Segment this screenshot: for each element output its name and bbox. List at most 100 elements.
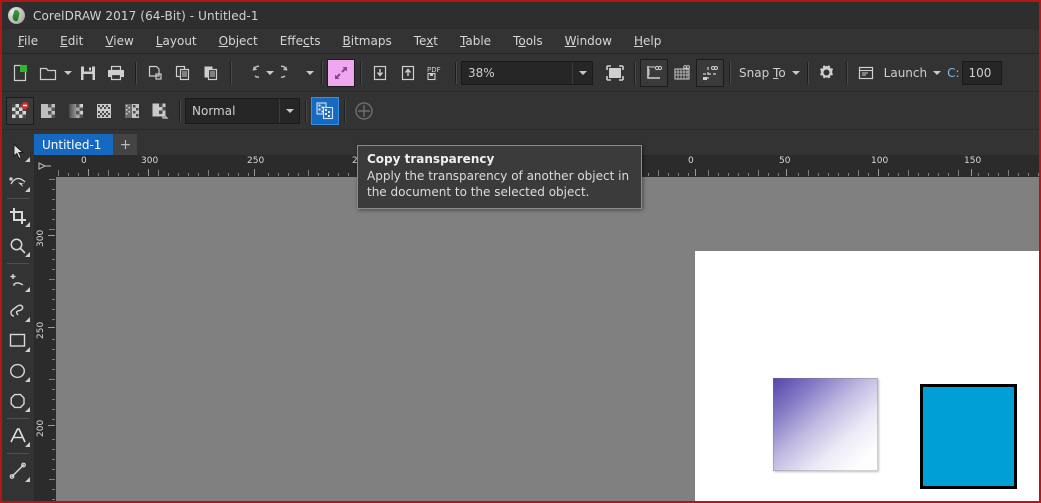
fullscreen-preview-icon[interactable] [601,59,629,87]
text-tool[interactable] [4,421,32,451]
vruler-minor-tick [52,469,55,470]
hruler-minor-tick [838,173,839,176]
bitmap-pattern-transparency-icon[interactable] [118,97,146,125]
show-rulers-icon[interactable] [640,58,668,87]
merge-mode-value[interactable]: Normal [186,104,279,118]
menu-text[interactable]: Text [403,31,449,51]
hruler-minor-tick [98,173,99,176]
no-transparency-icon[interactable] [6,96,34,125]
zoom-tool[interactable] [4,231,32,261]
add-document-tab-button[interactable]: + [113,134,138,155]
corner-roundness-value[interactable]: 100 [963,66,1001,80]
redo-dropdown[interactable] [304,59,316,87]
menu-help[interactable]: Help [623,31,672,51]
copy-icon[interactable] [169,59,197,87]
pick-tool[interactable] [4,136,32,166]
hruler-minor-tick [738,173,739,176]
hruler-minor-tick [678,173,679,176]
undo-icon[interactable] [236,59,264,87]
merge-mode-combo[interactable]: Normal [185,97,300,124]
launch-icon[interactable] [852,59,880,87]
import-icon[interactable] [366,59,394,87]
new-document-icon[interactable] [6,59,34,87]
zoom-level-value[interactable]: 38% [462,66,572,80]
vruler-minor-tick [52,189,55,190]
launch-dropdown[interactable] [931,59,943,87]
document-page[interactable] [695,251,1039,501]
publish-pdf-icon[interactable]: PDF [422,59,450,87]
open-document-dropdown[interactable] [62,59,74,87]
shape-tool[interactable] [4,166,32,196]
snap-to-label[interactable]: Snap To [735,66,790,80]
document-tab-label: Untitled-1 [42,137,102,152]
merge-mode-dropdown-arrow[interactable] [279,98,299,123]
menu-view[interactable]: View [94,31,144,51]
freeze-transparency-icon[interactable] [350,97,378,125]
options-gear-icon[interactable] [813,59,841,87]
cut-icon[interactable] [141,59,169,87]
polygon-tool[interactable] [4,386,32,416]
snap-to-dropdown[interactable] [790,59,802,87]
zoom-level-dropdown-arrow[interactable] [572,61,592,84]
hruler-minor-tick [118,173,119,176]
vruler-label: 250 [36,321,46,339]
vruler-minor-tick [52,359,55,360]
menu-effects[interactable]: Effects [269,31,332,51]
show-grid-icon[interactable] [668,59,696,87]
export-icon[interactable] [394,59,422,87]
save-icon[interactable] [74,59,102,87]
launch-label[interactable]: Launch [880,66,931,80]
gradient-transparency-square[interactable] [773,378,878,471]
hruler-label: 0 [688,156,694,166]
menu-bitmaps[interactable]: Bitmaps [332,31,403,51]
toolbar-separator [845,61,847,84]
hruler-minor-tick [998,173,999,176]
hruler-minor-tick [958,170,959,176]
menu-layout[interactable]: Layout [145,31,208,51]
menu-file[interactable]: File [7,31,49,51]
rectangle-tool[interactable] [4,326,32,356]
menu-edit[interactable]: Edit [49,31,94,51]
hruler-minor-tick [318,173,319,176]
hruler-minor-tick [868,173,869,176]
redo-icon[interactable] [276,59,304,87]
corner-field-label: C: [947,65,960,80]
corner-roundness-input[interactable]: 100 [961,60,1002,85]
menu-window[interactable]: Window [554,31,623,51]
paste-icon[interactable] [197,59,225,87]
artistic-media-tool[interactable] [4,296,32,326]
hruler-minor-tick [648,173,649,176]
undo-dropdown[interactable] [264,59,276,87]
search-content-icon[interactable] [327,58,355,87]
parallel-dimension-tool[interactable] [4,456,32,486]
show-guidelines-icon[interactable] [696,58,724,87]
freehand-tool[interactable] [4,266,32,296]
ruler-origin-icon[interactable] [34,155,56,177]
vruler-major-tick [48,327,55,328]
drawing-canvas[interactable] [56,177,1039,501]
vruler-minor-tick [52,489,55,490]
vertical-ruler[interactable]: 300 250 200 [34,177,56,501]
vruler-minor-tick [52,289,55,290]
vruler-minor-tick [49,279,55,280]
two-color-pattern-transparency-icon[interactable] [146,97,174,125]
hruler-minor-tick [138,173,139,176]
crop-tool[interactable] [4,201,32,231]
ellipse-tool[interactable] [4,356,32,386]
cyan-square[interactable] [920,384,1017,489]
copy-transparency-icon[interactable] [311,96,339,125]
open-document-icon[interactable] [34,59,62,87]
vector-pattern-transparency-icon[interactable] [90,97,118,125]
toolbar-separator [305,99,306,122]
document-tab-untitled-1[interactable]: Untitled-1 [34,134,114,155]
hruler-minor-tick [308,170,309,176]
menu-table[interactable]: Table [449,31,502,51]
print-icon[interactable] [102,59,130,87]
corel-draw-window: CorelDRAW 2017 (64-Bit) - Untitled-1 Fil… [0,0,1041,503]
menu-object[interactable]: Object [208,31,269,51]
fountain-transparency-icon[interactable] [62,97,90,125]
zoom-level-combo[interactable]: 38% [461,60,593,85]
menu-tools[interactable]: Tools [502,31,554,51]
vruler-minor-tick [52,299,55,300]
uniform-transparency-icon[interactable] [34,97,62,125]
